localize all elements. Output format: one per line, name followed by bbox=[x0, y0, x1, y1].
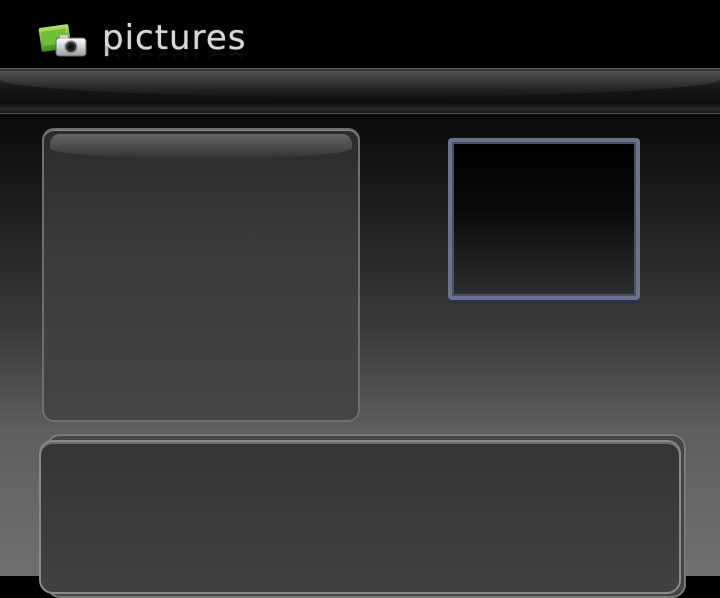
picture-preview-frame[interactable] bbox=[448, 138, 640, 300]
camera-photo-icon bbox=[38, 20, 90, 60]
header: pictures pictures bbox=[0, 0, 720, 84]
picture-list-panel[interactable] bbox=[42, 128, 360, 422]
navigation-bar bbox=[0, 68, 720, 114]
details-panel[interactable] bbox=[39, 440, 681, 594]
